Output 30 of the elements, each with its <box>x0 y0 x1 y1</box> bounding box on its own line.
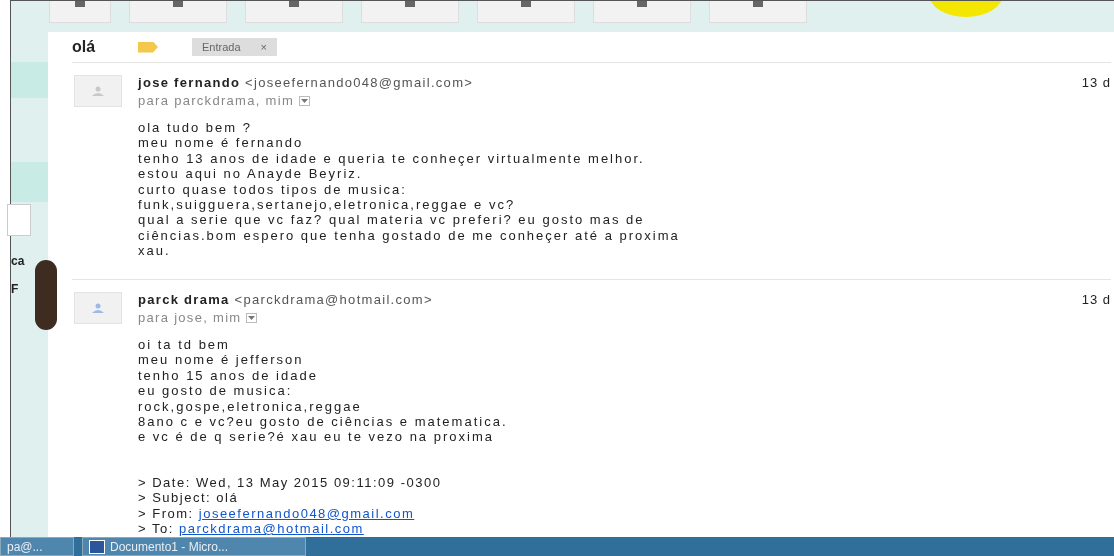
sender: jose fernando <joseefernando048@gmail.com> <box>138 75 474 90</box>
message-date: 13 d <box>1081 75 1111 90</box>
sender: parck drama <parckdrama@hotmail.com> <box>138 292 433 307</box>
quoted-line: > Date: Wed, 13 May 2015 09:11:09 -0300 <box>138 474 443 491</box>
quoted-line: > To: parckdrama@hotmail.com <box>138 521 365 537</box>
sidebar-item[interactable]: F <box>11 282 19 296</box>
person-icon <box>92 303 104 313</box>
label-chip[interactable]: Entrada × <box>192 38 277 56</box>
toolbar-button[interactable] <box>245 1 343 23</box>
message-body: oi ta td bem meu nome é jefferson tenho 15 anos de idade eu gosto de musica: rock,gospe,eletronica,reggae 8ano c e vc?eu gosto de ciências e matematica. e vc é de q serie?é xau eu te vezo na proxima <box>138 337 509 445</box>
sidebar-item[interactable]: ca <box>11 254 25 268</box>
email-link[interactable]: joseefernando048@gmail.com <box>198 505 415 521</box>
recipients: para jose, mim <box>138 310 242 325</box>
message-date: 13 d <box>1081 292 1111 307</box>
toolbar-button[interactable] <box>361 1 459 23</box>
toolbar-button[interactable] <box>709 1 807 23</box>
message-body: ola tudo bem ? meu nome é fernando tenho 13 anos de idade e queria te conheçer virtualmente melhor. estou aqui no Anayde Beyriz. curto quase todos tipos de musica: funk,suigguera,sertanejo,eletronica,reggae e vc? qual a serie que vc faz? qual materia vc preferi? eu gosto mas de ciências.bom espero que tenha gostado de me conheçer até a proxima xau. <box>138 120 681 259</box>
dropdown-button[interactable] <box>246 312 258 323</box>
quoted-line: > From: joseefernando048@gmail.com <box>138 505 416 522</box>
toolbar-button[interactable] <box>49 1 111 23</box>
quoted-line: > Subject: olá <box>138 490 240 506</box>
toolbar-button[interactable] <box>129 1 227 23</box>
toolbar-button[interactable] <box>593 1 691 23</box>
email-link[interactable]: parckdrama@hotmail.com <box>178 521 364 537</box>
word-icon <box>89 539 105 554</box>
recipients: para parckdrama, mim <box>138 93 295 108</box>
dropdown-button[interactable] <box>299 95 311 106</box>
person-icon <box>92 86 104 96</box>
subject: olá <box>72 38 97 56</box>
toolbar-button[interactable] <box>477 1 575 23</box>
